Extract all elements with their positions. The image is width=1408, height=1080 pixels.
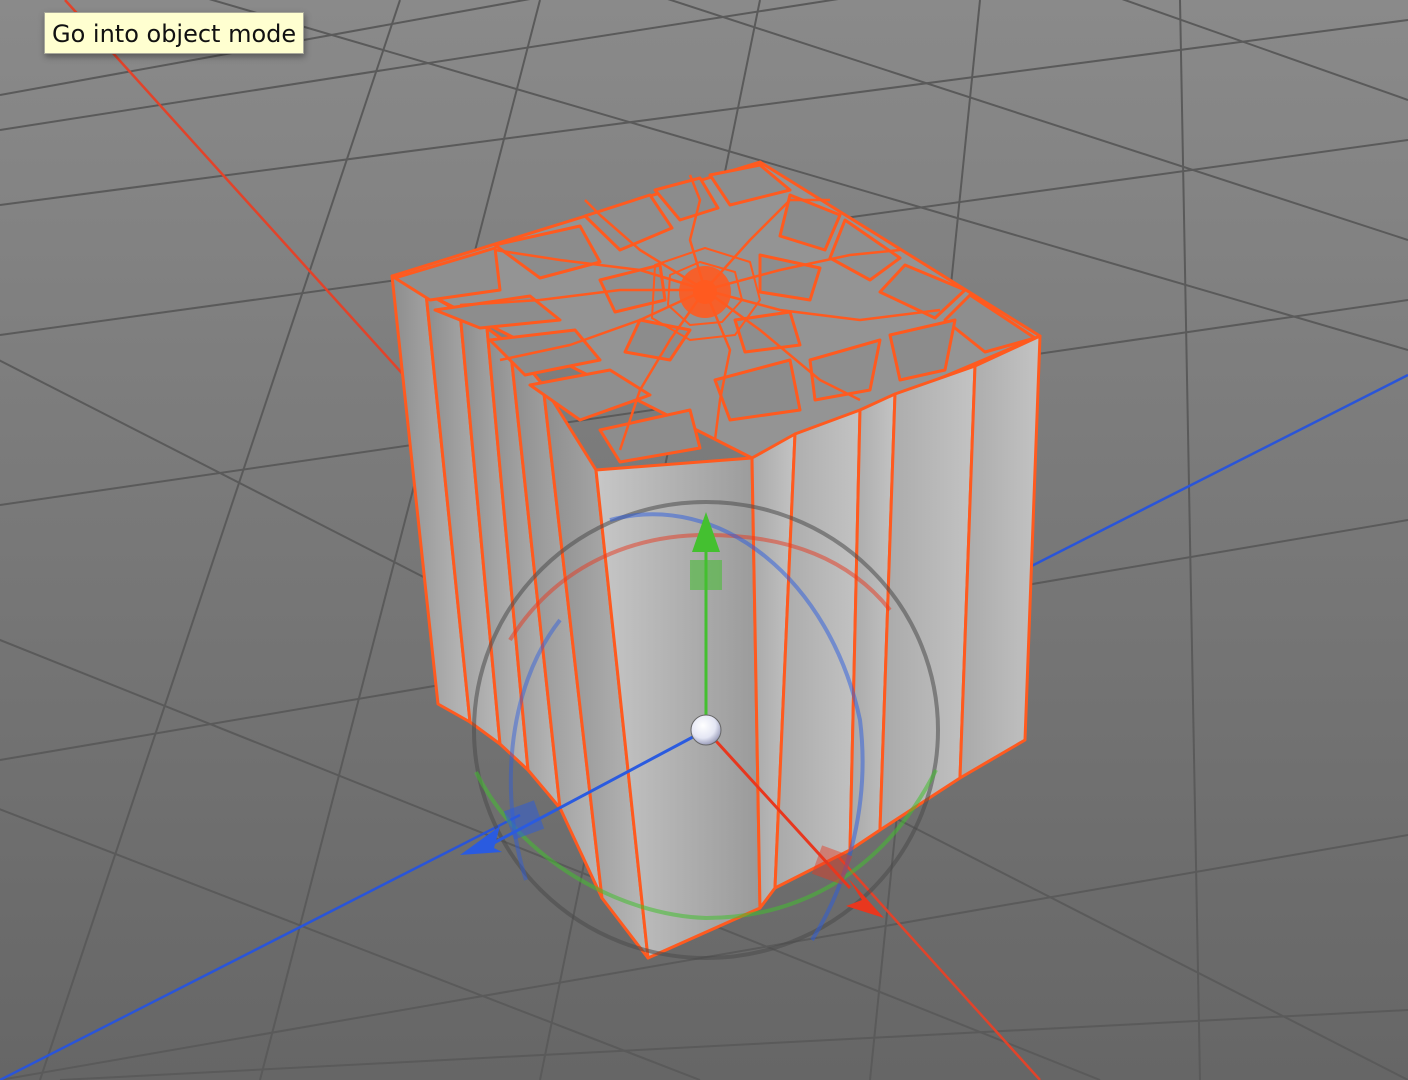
3d-viewport[interactable]: Go into object mode [0, 0, 1408, 1080]
center-handle-icon[interactable] [690, 714, 722, 746]
tooltip-text: Go into object mode [52, 20, 297, 48]
y-plane-handle[interactable] [690, 560, 722, 590]
viewport-canvas[interactable] [0, 0, 1408, 1080]
tooltip: Go into object mode [44, 12, 305, 54]
